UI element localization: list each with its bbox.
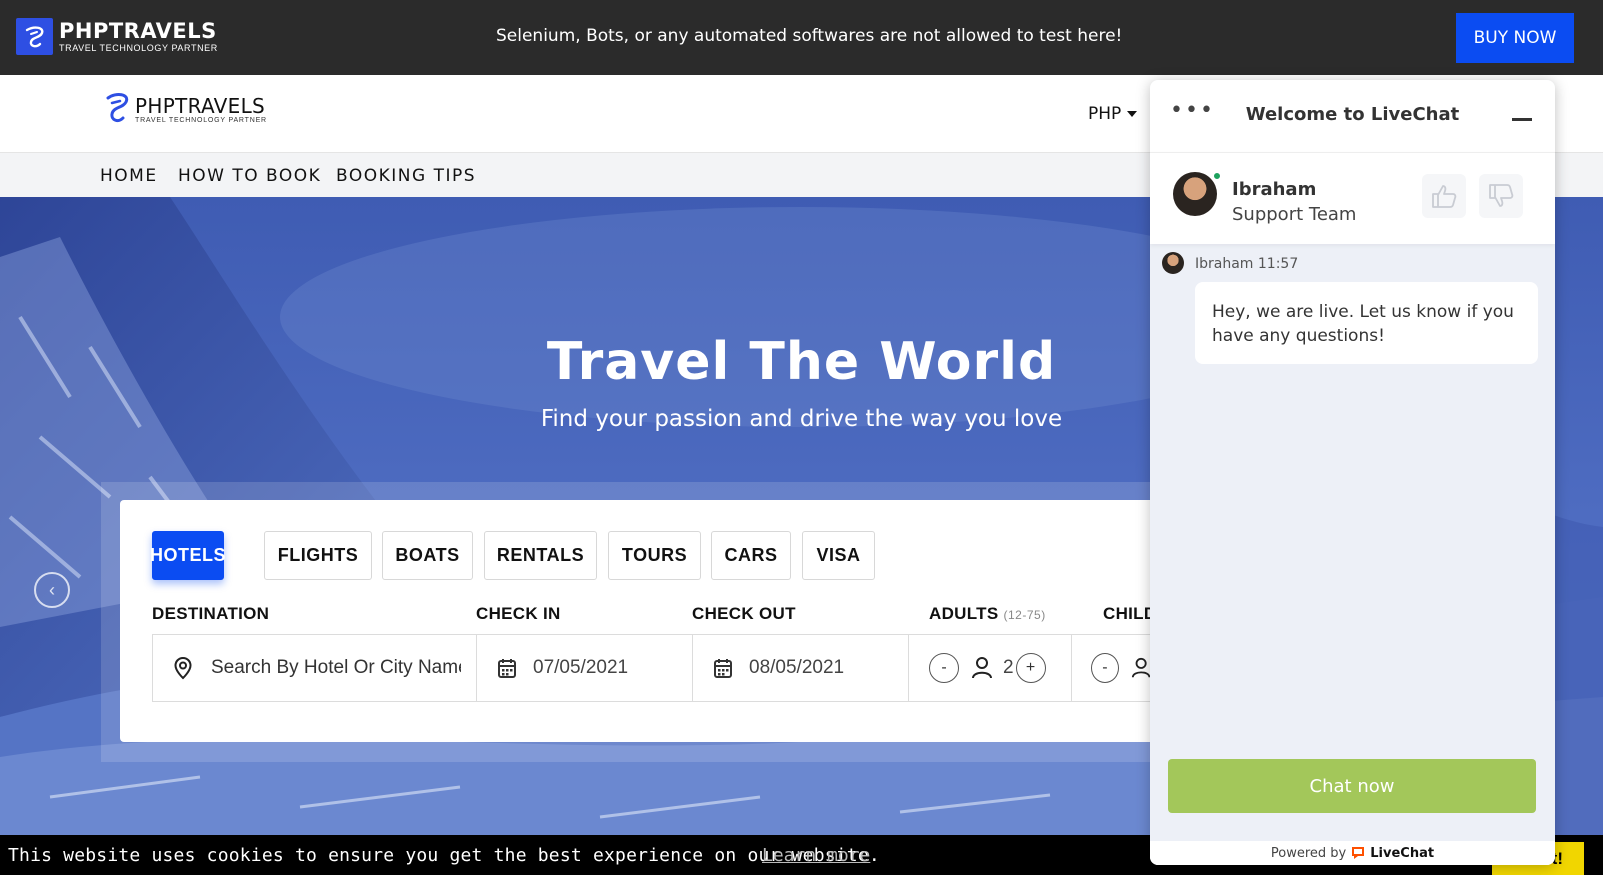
powered-by-label: Powered by xyxy=(1270,845,1347,861)
children-label: CHILD xyxy=(1103,604,1157,623)
top-bar: PHPTRAVELS TRAVEL TECHNOLOGY PARTNER Sel… xyxy=(0,0,1603,75)
agent-avatar xyxy=(1173,172,1217,216)
powered-by[interactable]: Powered by LiveChat xyxy=(1150,841,1555,865)
agent-name: Ibraham xyxy=(1232,179,1317,200)
nav-how-to-book[interactable]: HOW TO BOOK xyxy=(178,166,321,186)
adults-minus-button[interactable]: - xyxy=(929,653,959,683)
site-brand-tagline: TRAVEL TECHNOLOGY PARTNER xyxy=(135,116,267,124)
site-brand-name: PHPTRAVELS xyxy=(135,93,266,118)
children-minus-button[interactable]: - xyxy=(1091,653,1119,683)
currency-dropdown[interactable]: PHP xyxy=(1088,104,1138,124)
adults-stepper: - 2 + xyxy=(908,634,1072,702)
tab-cars[interactable]: CARS xyxy=(711,531,791,580)
top-brand-tagline: TRAVEL TECHNOLOGY PARTNER xyxy=(59,43,218,53)
caret-down-icon xyxy=(1127,111,1138,117)
top-logo[interactable]: PHPTRAVELS TRAVEL TECHNOLOGY PARTNER xyxy=(16,18,218,55)
check-out-value: 08/05/2021 xyxy=(749,657,845,678)
nav-home[interactable]: HOME xyxy=(100,166,158,186)
tab-rentals[interactable]: RENTALS xyxy=(484,531,597,580)
message-avatar xyxy=(1162,252,1184,274)
cookie-learn-more-link[interactable]: Learn more xyxy=(762,845,870,866)
check-in-field[interactable]: 07/05/2021 xyxy=(476,634,693,702)
phptravels-logo-icon xyxy=(106,93,129,123)
chat-now-button[interactable]: Chat now xyxy=(1168,759,1536,813)
currency-label: PHP xyxy=(1088,104,1122,124)
tab-flights[interactable]: FLIGHTS xyxy=(264,531,372,580)
agent-message-bubble: Hey, we are live. Let us know if you hav… xyxy=(1195,282,1538,364)
calendar-icon xyxy=(714,659,732,678)
phptravels-logo-icon xyxy=(16,18,53,55)
top-brand-name: PHPTRAVELS xyxy=(59,19,217,43)
check-in-label: CHECK IN xyxy=(476,604,561,623)
slider-prev-button[interactable]: ‹ xyxy=(34,572,70,608)
tab-visa[interactable]: VISA xyxy=(802,531,875,580)
destination-label: DESTINATION xyxy=(152,604,270,623)
livechat-title: Welcome to LiveChat xyxy=(1245,104,1460,125)
thumbs-down-icon xyxy=(1489,184,1514,207)
person-icon xyxy=(972,657,992,679)
powered-by-brand: LiveChat xyxy=(1370,845,1435,861)
check-out-label: CHECK OUT xyxy=(692,604,796,623)
adults-plus-button[interactable]: + xyxy=(1015,653,1046,683)
automation-warning: Selenium, Bots, or any automated softwar… xyxy=(496,26,1123,46)
nav-booking-tips[interactable]: BOOKING TIPS xyxy=(336,166,476,186)
site-logo[interactable]: PHPTRAVELS TRAVEL TECHNOLOGY PARTNER xyxy=(104,92,267,126)
destination-input[interactable] xyxy=(211,657,461,679)
person-icon xyxy=(1131,657,1151,678)
livechat-widget: ••• Welcome to LiveChat Ibraham Support … xyxy=(1150,80,1555,865)
minimize-icon[interactable] xyxy=(1512,118,1532,121)
adults-value: 2 xyxy=(1003,657,1014,678)
message-meta: Ibraham 11:57 xyxy=(1195,256,1299,272)
cookie-message: This website uses cookies to ensure you … xyxy=(8,845,880,866)
tab-hotels[interactable]: HOTELS xyxy=(150,531,226,580)
livechat-header: ••• Welcome to LiveChat xyxy=(1150,80,1555,152)
agent-role: Support Team xyxy=(1232,204,1357,225)
children-stepper: - xyxy=(1071,634,1151,702)
destination-field[interactable] xyxy=(152,634,477,702)
buy-now-button[interactable]: BUY NOW xyxy=(1456,13,1574,63)
adults-range: (12-75) xyxy=(1003,608,1046,622)
location-pin-icon xyxy=(174,656,192,680)
check-out-field[interactable]: 08/05/2021 xyxy=(692,634,909,702)
tab-tours[interactable]: TOURS xyxy=(608,531,701,580)
check-in-value: 07/05/2021 xyxy=(533,657,629,678)
thumbs-up-icon xyxy=(1432,185,1457,208)
livechat-logo-icon xyxy=(1352,847,1365,859)
online-status-indicator xyxy=(1212,171,1222,181)
calendar-icon xyxy=(498,659,516,678)
chevron-left-icon: ‹ xyxy=(49,579,55,600)
thumbs-up-button[interactable] xyxy=(1422,174,1466,218)
thumbs-down-button[interactable] xyxy=(1479,174,1523,218)
tab-boats[interactable]: BOATS xyxy=(382,531,473,580)
adults-label: ADULTS (12-75) xyxy=(929,604,1046,623)
